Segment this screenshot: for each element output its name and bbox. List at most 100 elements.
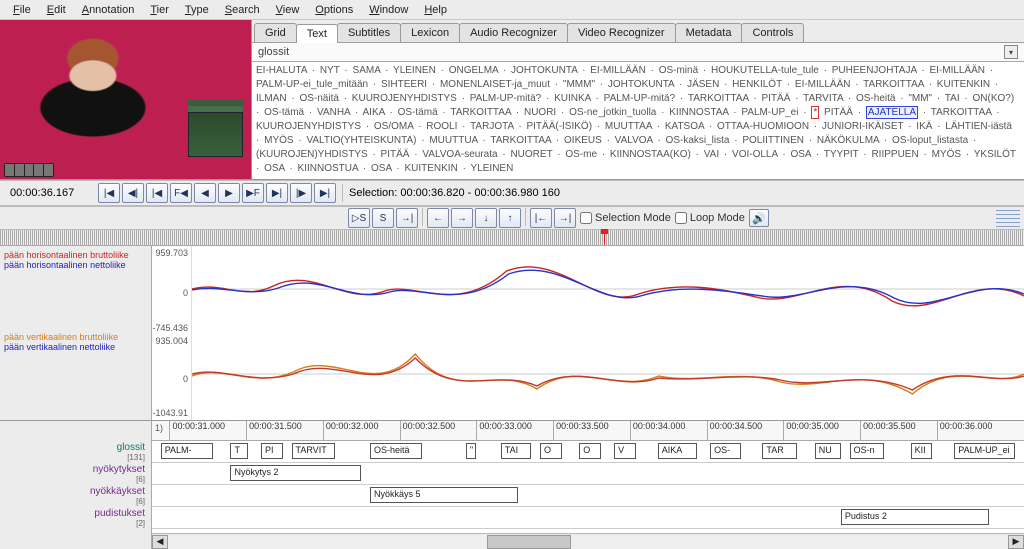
- annotation-segment[interactable]: TAR: [762, 443, 797, 459]
- video-mini-controls[interactable]: [4, 163, 54, 177]
- menu-options[interactable]: Options: [308, 3, 360, 17]
- annotation-segment[interactable]: O: [579, 443, 601, 459]
- tier-nyokkaykset-row[interactable]: Nyökkäys 5: [152, 485, 1024, 507]
- sel-begin-button[interactable]: |←: [530, 208, 552, 228]
- annotation-tiers: glossit[131] nyökytykset[6] nyökkäykset[…: [0, 421, 1024, 549]
- density-overview[interactable]: [0, 230, 1024, 246]
- annotation-segment[interactable]: TARVIT: [292, 443, 336, 459]
- sel-left-button[interactable]: ←: [427, 208, 449, 228]
- horizontal-scrollbar[interactable]: ◀ ▶: [152, 533, 1024, 549]
- ruler-tick: 00:00:36.000: [937, 421, 993, 440]
- track1-label-a: pään horisontaalinen bruttoliike: [4, 250, 147, 260]
- play-selection-button[interactable]: ▷S: [348, 208, 370, 228]
- media-time: 00:00:36.167: [4, 187, 94, 199]
- menu-annotation[interactable]: Annotation: [75, 3, 142, 17]
- scroll-track[interactable]: [168, 535, 1008, 549]
- tab-metadata[interactable]: Metadata: [675, 23, 743, 42]
- menu-type[interactable]: Type: [178, 3, 216, 17]
- selection-mode-checkbox[interactable]: Selection Mode: [580, 212, 671, 224]
- dropdown-icon[interactable]: ▾: [1004, 45, 1018, 59]
- annotation-segment[interactable]: PI: [261, 443, 283, 459]
- tier-glossit-label[interactable]: glossit: [117, 442, 145, 453]
- sel-up-button[interactable]: ↑: [499, 208, 521, 228]
- annotation-nyokytys[interactable]: Nyökytys 2: [230, 465, 361, 481]
- annotation-segment[interactable]: OS-: [710, 443, 741, 459]
- tier-timeline[interactable]: 1) 00:00:31.00000:00:31.50000:00:32.0000…: [152, 421, 1024, 549]
- tab-lexicon[interactable]: Lexicon: [400, 23, 460, 42]
- annotation-segment[interactable]: OS-n: [850, 443, 885, 459]
- timeseries-canvas[interactable]: [192, 246, 1024, 420]
- menu-file[interactable]: File: [6, 3, 38, 17]
- step-fwd-button[interactable]: ▶F: [242, 183, 264, 203]
- selection-buttons: ▷S S →| ← → ↓ ↑ |← →|: [348, 208, 576, 228]
- video-prop-books: [188, 112, 243, 157]
- ruler-tick: 00:00:31.000: [169, 421, 225, 440]
- goto-begin-button[interactable]: |◀: [98, 183, 120, 203]
- annotation-segment[interactable]: KII: [911, 443, 933, 459]
- annotation-segment[interactable]: PALM-: [161, 443, 213, 459]
- sel-end-button[interactable]: →|: [554, 208, 576, 228]
- tab-subtitles[interactable]: Subtitles: [337, 23, 401, 42]
- annotation-nyokkays[interactable]: Nyökkäys 5: [370, 487, 518, 503]
- play-button[interactable]: ▶: [218, 183, 240, 203]
- tab-grid[interactable]: Grid: [254, 23, 297, 42]
- tier-nyokytykset-label[interactable]: nyökytykset: [93, 464, 145, 475]
- annotation-segment[interactable]: ": [466, 443, 476, 459]
- tier-pudistukset-label[interactable]: pudistukset: [94, 508, 145, 519]
- gloss-tier-selector[interactable]: glossit ▾: [252, 43, 1024, 62]
- prev-scrollview-button[interactable]: ◀|: [122, 183, 144, 203]
- gloss-tier-name: glossit: [258, 46, 289, 58]
- timeseries-panel: pään horisontaalinen bruttoliike pään ho…: [0, 246, 1024, 421]
- step-back-button[interactable]: F◀: [170, 183, 192, 203]
- y-axis-labels: 959.703 0 -745.436 935.004 0 -1043.91: [152, 246, 192, 420]
- sel-down-button[interactable]: ↓: [475, 208, 497, 228]
- annotation-segment[interactable]: PALM-UP_ei: [954, 443, 1015, 459]
- ruler-tick: 00:00:34.000: [630, 421, 686, 440]
- timeseries-track-labels: pään horisontaalinen bruttoliike pään ho…: [0, 246, 152, 420]
- annotation-segment[interactable]: OS-heitä: [370, 443, 422, 459]
- loop-mode-checkbox[interactable]: Loop Mode: [675, 212, 745, 224]
- clear-selection-button[interactable]: S: [372, 208, 394, 228]
- gloss-current-blue: AJATELLA: [866, 106, 918, 119]
- video-player[interactable]: [0, 20, 252, 179]
- time-ruler[interactable]: 1) 00:00:31.00000:00:31.50000:00:32.0000…: [152, 421, 1024, 441]
- volume-button[interactable]: 🔊: [749, 209, 769, 227]
- annotation-segment[interactable]: AIKA: [658, 443, 697, 459]
- next-scrollview-button[interactable]: |▶: [290, 183, 312, 203]
- overview-cursor[interactable]: [604, 230, 605, 245]
- gloss-text-area[interactable]: EI-HALUTA · NYT · SAMA · YLEINEN · ONGEL…: [252, 62, 1024, 179]
- annotation-pudistus[interactable]: Pudistus 2: [841, 509, 989, 525]
- track2-label-a: pään vertikaalinen bruttoliike: [4, 332, 147, 342]
- scroll-left-button[interactable]: ◀: [152, 535, 168, 549]
- resize-grip-icon[interactable]: [996, 209, 1020, 227]
- sel-right-button[interactable]: →: [451, 208, 473, 228]
- annotation-segment[interactable]: V: [614, 443, 636, 459]
- annotation-segment[interactable]: TAI: [501, 443, 532, 459]
- tab-text[interactable]: Text: [296, 24, 338, 43]
- menu-edit[interactable]: Edit: [40, 3, 73, 17]
- menu-search[interactable]: Search: [218, 3, 267, 17]
- track1-label-b: pään horisontaalinen nettoliike: [4, 260, 147, 270]
- gloss-between: PITÄÄ ·: [824, 107, 866, 118]
- menu-window[interactable]: Window: [362, 3, 415, 17]
- tier-nyokytykset-row[interactable]: Nyökytys 2: [152, 463, 1024, 485]
- menu-tier[interactable]: Tier: [143, 3, 176, 17]
- tab-controls[interactable]: Controls: [741, 23, 804, 42]
- tier-nyokkaykset-label[interactable]: nyökkäykset: [90, 486, 145, 497]
- tab-audio-recognizer[interactable]: Audio Recognizer: [459, 23, 568, 42]
- sel-boundary-right-button[interactable]: →|: [396, 208, 418, 228]
- annotation-segment[interactable]: T: [230, 443, 247, 459]
- prev-frame-button[interactable]: |◀: [146, 183, 168, 203]
- tab-video-recognizer[interactable]: Video Recognizer: [567, 23, 676, 42]
- tier-pudistukset-row[interactable]: Pudistus 2: [152, 507, 1024, 529]
- goto-end-button[interactable]: ▶|: [314, 183, 336, 203]
- tier-glossit-row[interactable]: PALM-TPITARVITOS-heitä"TAIOOVAIKAOS-TARN…: [152, 441, 1024, 463]
- menu-view[interactable]: View: [269, 3, 307, 17]
- menu-help[interactable]: Help: [417, 3, 454, 17]
- next-frame-button[interactable]: ▶|: [266, 183, 288, 203]
- scroll-thumb[interactable]: [487, 535, 571, 549]
- play-back-button[interactable]: ◀: [194, 183, 216, 203]
- annotation-segment[interactable]: O: [540, 443, 562, 459]
- annotation-segment[interactable]: NU: [815, 443, 841, 459]
- scroll-right-button[interactable]: ▶: [1008, 535, 1024, 549]
